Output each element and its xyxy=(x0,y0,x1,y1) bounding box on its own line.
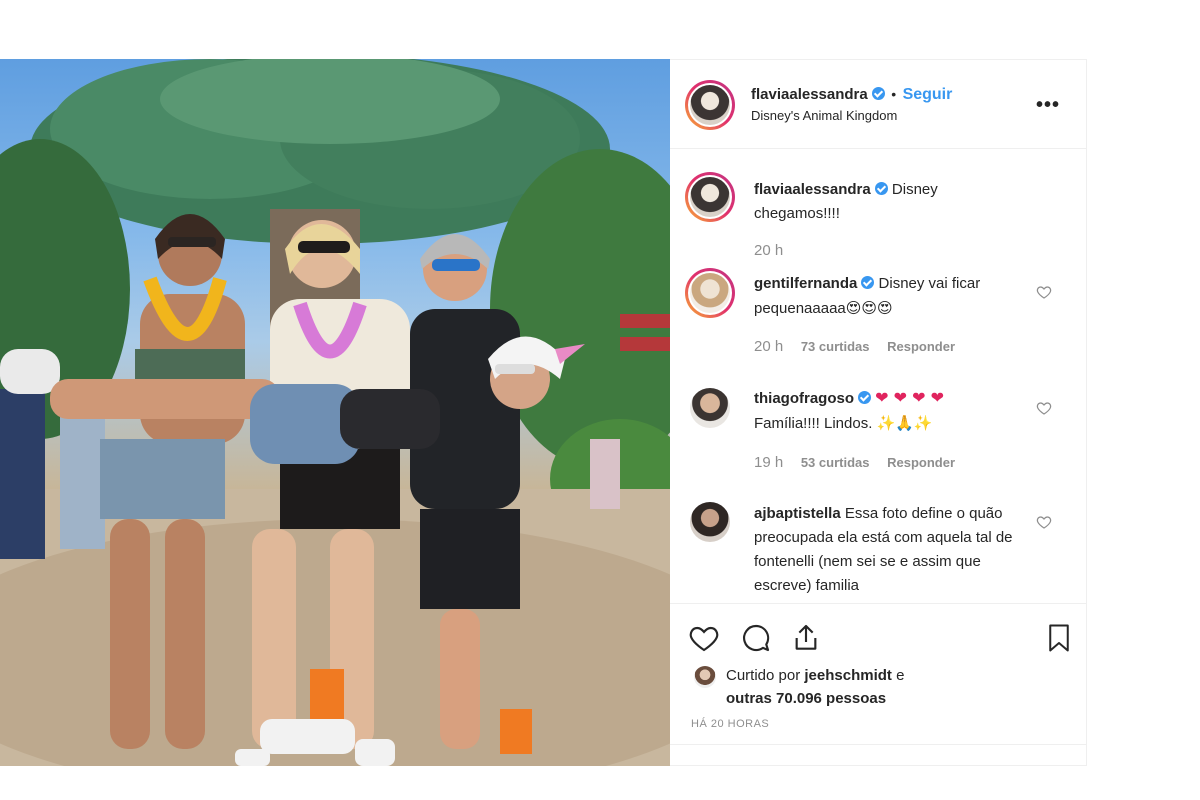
comment-emoji: ✨🙏✨ xyxy=(876,414,933,432)
commenter-avatar[interactable] xyxy=(685,268,735,318)
like-comment-heart-icon[interactable] xyxy=(1036,514,1052,530)
likes-others[interactable]: outras 70.096 pessoas xyxy=(726,690,886,707)
comment-meta: 19 h 53 curtidas Responder xyxy=(754,454,969,471)
reply-button[interactable]: Responder xyxy=(887,339,955,354)
likes-middle: e xyxy=(896,667,905,684)
comment-username[interactable]: thiagofragoso xyxy=(754,390,854,407)
likes-prefix: Curtido por xyxy=(726,667,801,684)
verified-badge-icon xyxy=(874,182,888,195)
comment-username[interactable]: gentilfernanda xyxy=(754,275,857,292)
verified-badge-icon xyxy=(871,87,885,100)
reply-button[interactable]: Responder xyxy=(887,455,955,470)
author-username[interactable]: flaviaalessandra xyxy=(751,86,868,103)
hearts-emoji: ❤ ❤ ❤ ❤ xyxy=(875,388,945,407)
comment-meta: 20 h 73 curtidas Responder xyxy=(754,338,969,355)
likes-summary[interactable]: Curtido por jeehschmidt e outras 70.096 … xyxy=(726,664,904,710)
divider xyxy=(670,744,1086,745)
like-comment-heart-icon[interactable] xyxy=(1036,284,1052,300)
post-photo[interactable] xyxy=(0,59,670,766)
comments-list[interactable]: flaviaalessandra Disney chegamos!!!! 20 … xyxy=(670,150,1086,604)
like-comment-heart-icon[interactable] xyxy=(1036,400,1052,416)
comment-text: thiagofragoso ❤ ❤ ❤ ❤ Família!!!! Lindos… xyxy=(754,386,1024,436)
comment-text: ajbaptistella Essa foto define o quão pr… xyxy=(754,502,1024,598)
comment-likes[interactable]: 53 curtidas xyxy=(801,455,870,470)
verified-badge-icon xyxy=(858,391,871,404)
post-location[interactable]: Disney's Animal Kingdom xyxy=(751,108,897,123)
comment-emoji: 😍😍😍 xyxy=(845,299,893,317)
caption-username[interactable]: flaviaalessandra xyxy=(754,181,871,198)
share-icon[interactable] xyxy=(790,622,822,654)
verified-badge-icon xyxy=(861,276,875,289)
more-options-icon[interactable]: ••• xyxy=(1036,94,1060,117)
photo-illustration xyxy=(0,59,670,766)
liker-avatar[interactable] xyxy=(694,666,716,688)
author-line: flaviaalessandra • Seguir xyxy=(751,86,952,104)
caption-avatar[interactable] xyxy=(685,172,735,222)
action-bar: Curtido por jeehschmidt e outras 70.096 … xyxy=(670,604,1086,767)
caption-meta: 20 h xyxy=(754,242,797,259)
caption-text: flaviaalessandra Disney chegamos!!!! xyxy=(754,178,1024,226)
comment-time[interactable]: 20 h xyxy=(754,338,783,355)
post-panel: flaviaalessandra • Seguir Disney's Anima… xyxy=(670,59,1087,766)
commenter-avatar[interactable] xyxy=(690,502,730,542)
comment-time[interactable]: 19 h xyxy=(754,454,783,471)
post-time[interactable]: HÁ 20 HORAS xyxy=(691,718,769,730)
comment-bubble-icon[interactable] xyxy=(740,622,772,654)
save-bookmark-icon[interactable] xyxy=(1044,622,1074,654)
like-heart-icon[interactable] xyxy=(688,622,720,654)
comment-body: Família!!!! Lindos. xyxy=(754,415,873,432)
commenter-avatar[interactable] xyxy=(690,388,730,428)
post-header: flaviaalessandra • Seguir Disney's Anima… xyxy=(670,60,1086,149)
separator-dot: • xyxy=(891,86,897,102)
comment-likes[interactable]: 73 curtidas xyxy=(801,339,870,354)
caption-time[interactable]: 20 h xyxy=(754,242,783,259)
follow-button[interactable]: Seguir xyxy=(903,86,953,103)
liker-username[interactable]: jeehschmidt xyxy=(804,667,892,684)
author-avatar[interactable] xyxy=(685,80,735,130)
comment-text: gentilfernanda Disney vai ficar pequenaa… xyxy=(754,272,1024,321)
comment-username[interactable]: ajbaptistella xyxy=(754,505,841,522)
